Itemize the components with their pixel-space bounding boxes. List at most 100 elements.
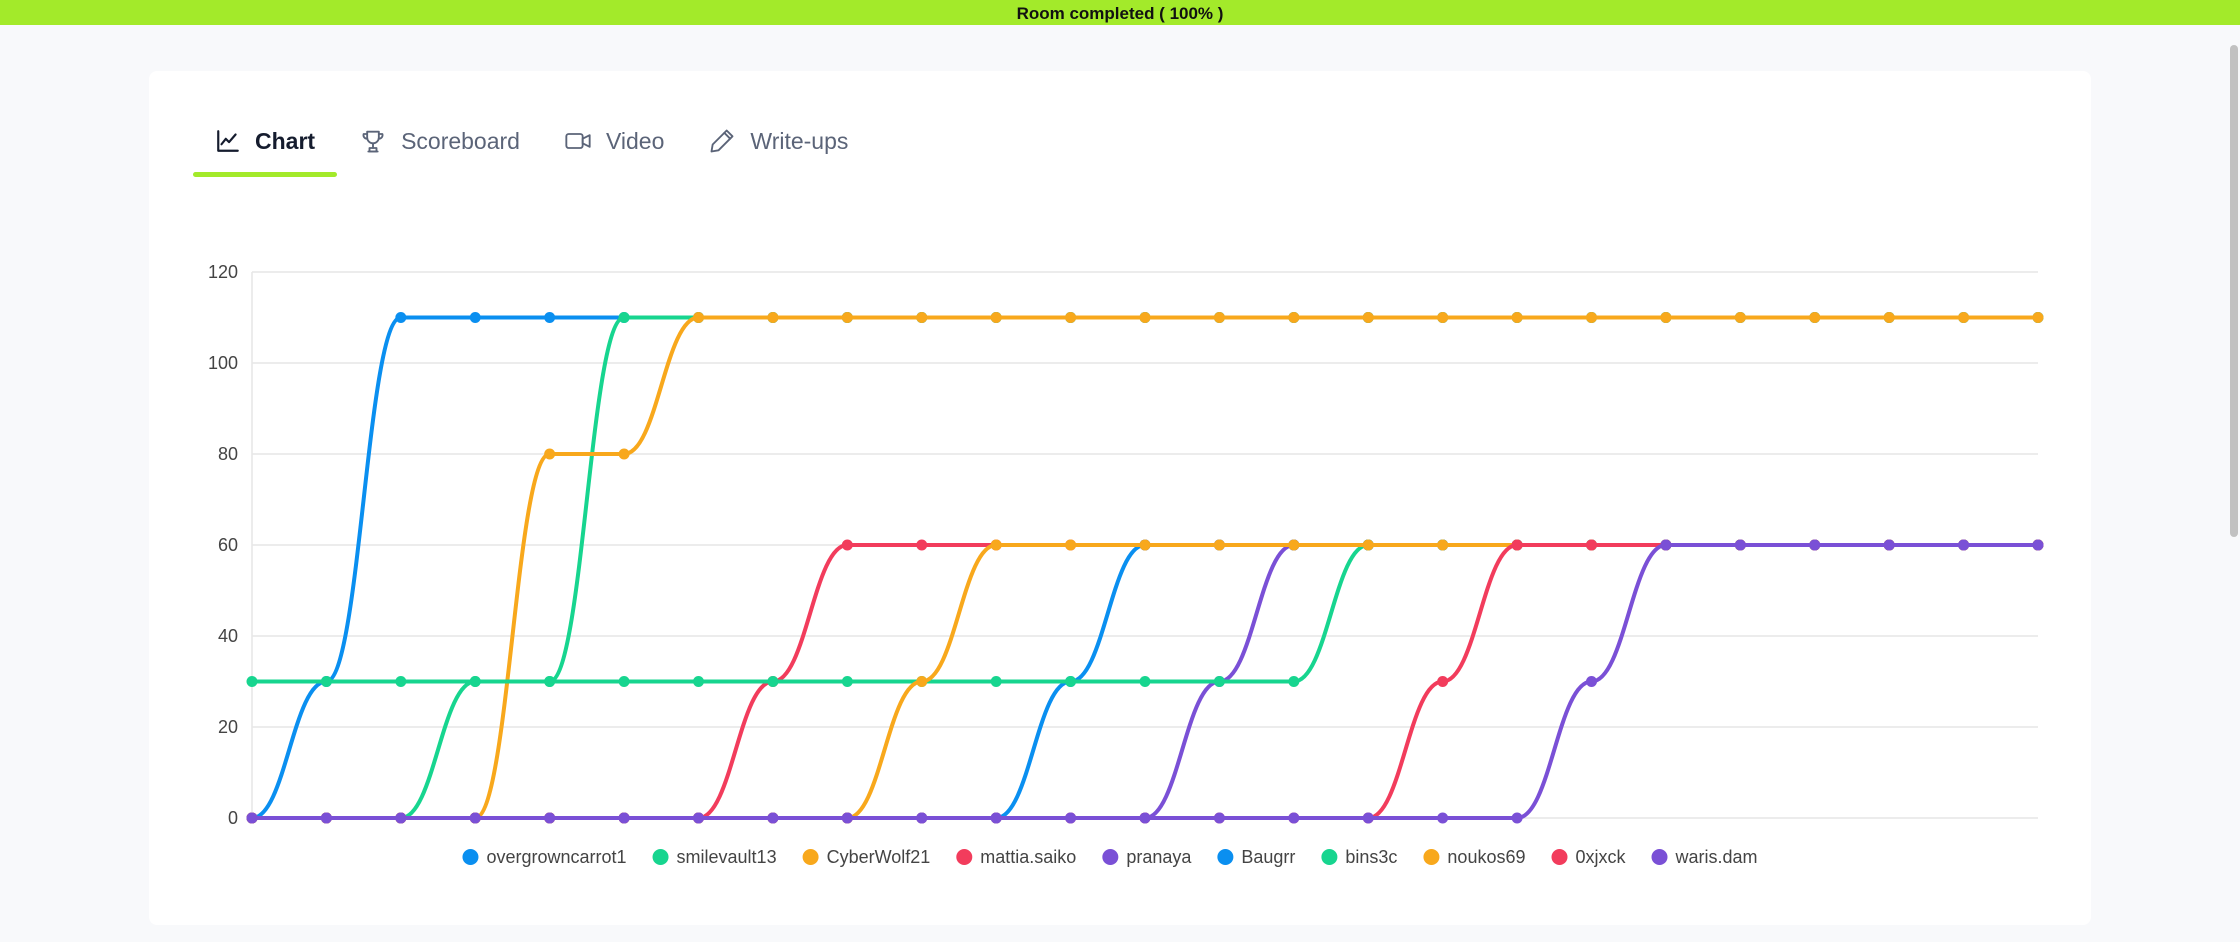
data-point[interactable] <box>990 676 1002 687</box>
legend-item[interactable]: CyberWolf21 <box>802 847 931 867</box>
data-point[interactable] <box>1213 312 1225 323</box>
data-point[interactable] <box>767 676 779 687</box>
data-point[interactable] <box>1660 312 1672 323</box>
data-point[interactable] <box>1437 676 1449 687</box>
data-point[interactable] <box>1809 312 1821 323</box>
data-point[interactable] <box>618 312 630 323</box>
y-tick-label: 100 <box>208 353 238 373</box>
legend-label: CyberWolf21 <box>827 847 931 867</box>
data-point[interactable] <box>1511 539 1523 551</box>
data-point[interactable] <box>544 448 556 460</box>
data-point[interactable] <box>395 312 407 323</box>
data-point[interactable] <box>1586 539 1597 551</box>
legend-swatch <box>802 849 819 865</box>
legend-label: overgrowncarrot1 <box>486 847 626 867</box>
data-point[interactable] <box>841 676 853 687</box>
data-point[interactable] <box>1288 539 1300 551</box>
data-point[interactable] <box>1586 676 1597 687</box>
data-point[interactable] <box>990 812 1002 824</box>
data-point[interactable] <box>1139 812 1151 824</box>
legend-label: smilevault13 <box>677 847 777 867</box>
data-point[interactable] <box>320 676 332 687</box>
data-point[interactable] <box>544 812 556 824</box>
data-point[interactable] <box>1883 539 1895 551</box>
y-tick-label: 20 <box>218 717 238 737</box>
data-point[interactable] <box>1065 812 1077 824</box>
legend-item[interactable]: mattia.saiko <box>956 847 1076 867</box>
data-point[interactable] <box>916 312 928 323</box>
y-tick-label: 0 <box>228 808 238 828</box>
data-point[interactable] <box>246 812 258 824</box>
data-point[interactable] <box>395 676 407 687</box>
data-point[interactable] <box>767 312 779 323</box>
series-line-2 <box>250 315 2040 821</box>
legend-label: 0xjxck <box>1575 847 1626 867</box>
data-point[interactable] <box>544 312 556 323</box>
data-point[interactable] <box>618 448 630 460</box>
data-point[interactable] <box>1288 812 1300 824</box>
data-point[interactable] <box>1288 676 1300 687</box>
legend-item[interactable]: noukos69 <box>1423 847 1526 867</box>
data-point[interactable] <box>1734 312 1746 323</box>
legend-item[interactable]: 0xjxck <box>1551 847 1627 867</box>
data-point[interactable] <box>1065 312 1077 323</box>
data-point[interactable] <box>1213 676 1225 687</box>
data-point[interactable] <box>1958 312 1970 323</box>
data-point[interactable] <box>1362 312 1374 323</box>
data-point[interactable] <box>618 812 630 824</box>
data-point[interactable] <box>1511 312 1523 323</box>
legend-swatch <box>1321 849 1338 865</box>
data-point[interactable] <box>544 676 556 687</box>
data-point[interactable] <box>469 812 481 824</box>
legend-item[interactable]: waris.dam <box>1651 847 1758 867</box>
data-point[interactable] <box>841 312 853 323</box>
data-point[interactable] <box>916 676 928 687</box>
data-point[interactable] <box>469 676 481 687</box>
data-point[interactable] <box>1139 676 1151 687</box>
data-point[interactable] <box>1065 676 1077 687</box>
legend-item[interactable]: overgrowncarrot1 <box>462 847 627 867</box>
data-point[interactable] <box>1288 312 1300 323</box>
data-point[interactable] <box>1139 312 1151 323</box>
data-point[interactable] <box>990 312 1002 323</box>
page-scrollbar[interactable] <box>2230 45 2238 537</box>
data-point[interactable] <box>841 539 853 551</box>
data-point[interactable] <box>2032 312 2044 323</box>
data-point[interactable] <box>1883 312 1895 323</box>
legend-item[interactable]: smilevault13 <box>652 847 777 867</box>
legend-item[interactable]: pranaya <box>1102 847 1192 867</box>
data-point[interactable] <box>1213 812 1225 824</box>
data-point[interactable] <box>1809 539 1821 551</box>
data-point[interactable] <box>1362 539 1374 551</box>
data-point[interactable] <box>693 676 704 687</box>
data-point[interactable] <box>1213 539 1225 551</box>
data-point[interactable] <box>1139 539 1151 551</box>
data-point[interactable] <box>767 812 779 824</box>
data-point[interactable] <box>1660 539 1672 551</box>
data-point[interactable] <box>1734 539 1746 551</box>
data-point[interactable] <box>693 312 704 323</box>
data-point[interactable] <box>469 312 481 323</box>
legend-item[interactable]: bins3c <box>1321 847 1397 867</box>
data-point[interactable] <box>1958 539 1970 551</box>
legend-item[interactable]: Baugrr <box>1217 847 1295 867</box>
data-point[interactable] <box>841 812 853 824</box>
data-point[interactable] <box>1586 312 1597 323</box>
legend-swatch <box>1102 849 1119 865</box>
y-tick-label: 80 <box>218 444 238 464</box>
data-point[interactable] <box>2032 539 2044 551</box>
data-point[interactable] <box>1437 312 1449 323</box>
data-point[interactable] <box>618 676 630 687</box>
data-point[interactable] <box>916 539 928 551</box>
data-point[interactable] <box>1437 812 1449 824</box>
data-point[interactable] <box>1362 812 1374 824</box>
data-point[interactable] <box>693 812 704 824</box>
data-point[interactable] <box>990 539 1002 551</box>
data-point[interactable] <box>320 812 332 824</box>
data-point[interactable] <box>916 812 928 824</box>
data-point[interactable] <box>1437 539 1449 551</box>
data-point[interactable] <box>246 676 258 687</box>
data-point[interactable] <box>1511 812 1523 824</box>
data-point[interactable] <box>1065 539 1077 551</box>
data-point[interactable] <box>395 812 407 824</box>
